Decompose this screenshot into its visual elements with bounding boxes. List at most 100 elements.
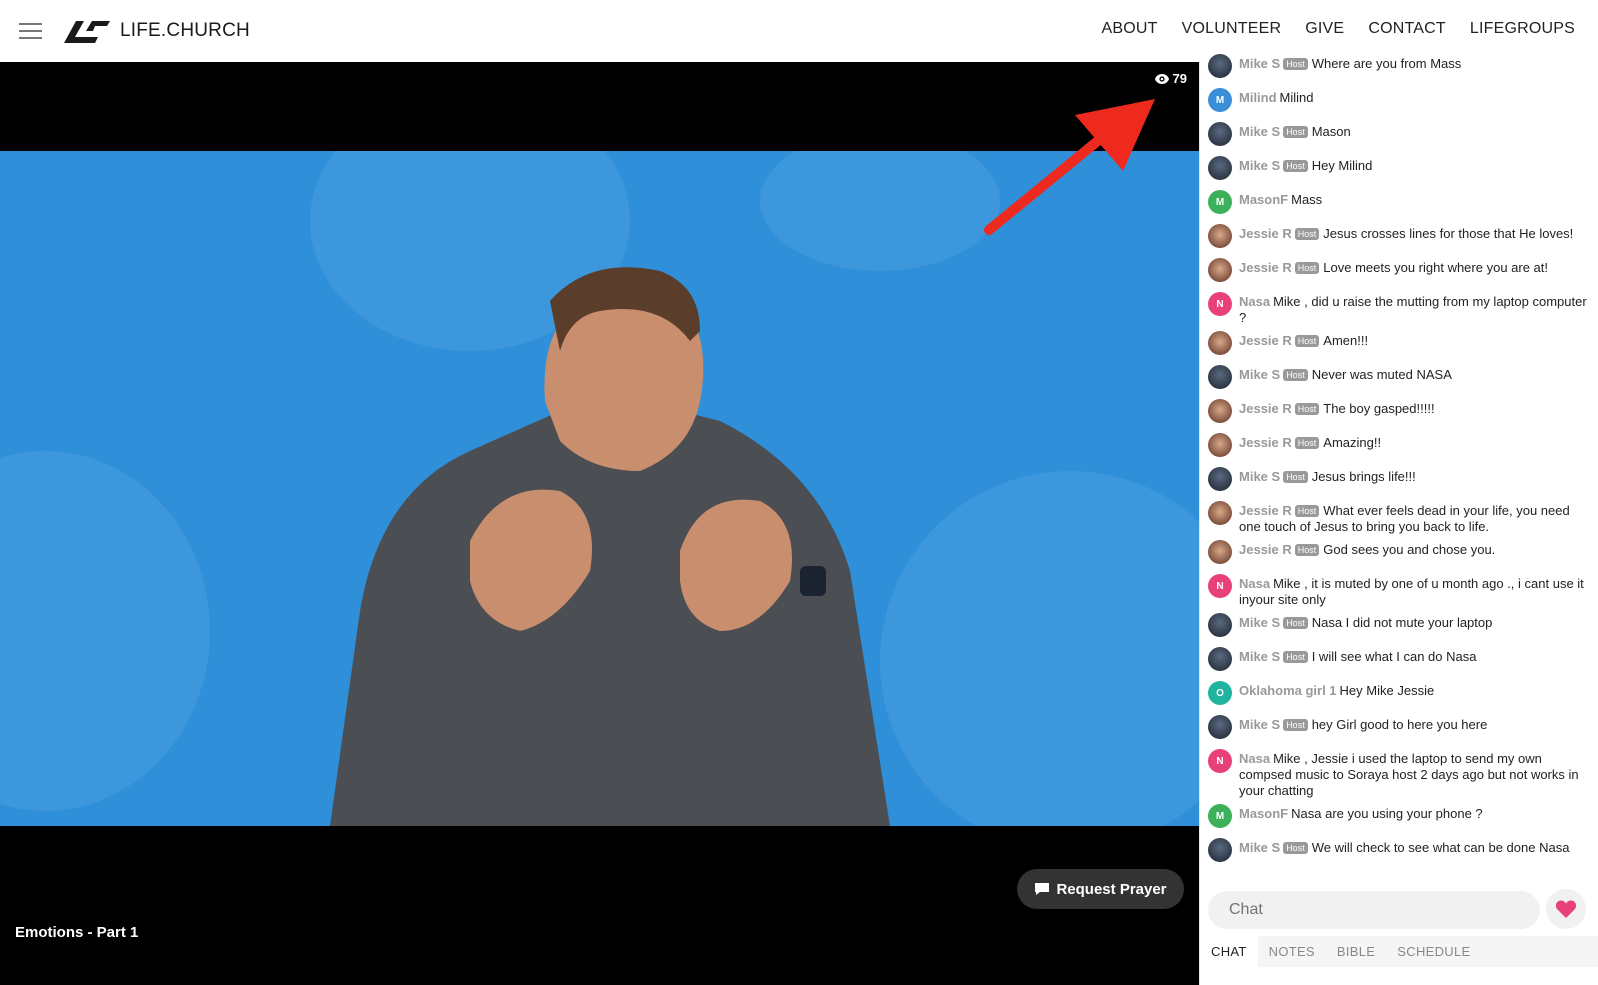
avatar[interactable] xyxy=(1208,647,1232,671)
chat-message-body: Mike S Host I will see what I can do Nasa xyxy=(1239,649,1476,665)
chat-message-text: We will check to see what can be done Na… xyxy=(1311,840,1570,855)
chat-message-body: Jessie R Host Jesus crosses lines for thos… xyxy=(1239,226,1573,242)
avatar[interactable] xyxy=(1208,54,1232,78)
chat-message-body: Jessie R Host The boy gasped!!!!! xyxy=(1239,401,1435,417)
tab-notes[interactable]: NOTES xyxy=(1258,936,1326,967)
eye-icon xyxy=(1154,73,1169,84)
chat-message-text: Mike , did u raise the mutting from my l… xyxy=(1239,294,1587,325)
avatar[interactable] xyxy=(1208,433,1232,457)
chat-username[interactable]: Jessie R xyxy=(1239,435,1292,450)
nav-contact[interactable]: CONTACT xyxy=(1368,20,1446,38)
avatar[interactable]: M xyxy=(1208,804,1232,828)
chat-message-text: Jesus brings life!!! xyxy=(1311,469,1416,484)
tab-schedule[interactable]: SCHEDULE xyxy=(1386,936,1481,967)
chat-message: N Nasa Mike , Jessie i used the laptop to … xyxy=(1200,744,1598,799)
nav-lifegroups[interactable]: LIFEGROUPS xyxy=(1470,20,1575,38)
avatar[interactable]: M xyxy=(1208,190,1232,214)
chat-username[interactable]: Milind xyxy=(1239,90,1277,105)
chat-message-text: Milind xyxy=(1279,90,1314,105)
avatar[interactable] xyxy=(1208,540,1232,564)
menu-icon[interactable] xyxy=(19,21,42,39)
nav-volunteer[interactable]: VOLUNTEER xyxy=(1182,20,1282,38)
chat-username[interactable]: Nasa xyxy=(1239,751,1270,766)
main-nav: ABOUT VOLUNTEER GIVE CONTACT LIFEGROUPS xyxy=(1078,20,1575,38)
avatar[interactable]: N xyxy=(1208,574,1232,598)
lifechurch-logo-icon xyxy=(64,21,110,43)
chat-username[interactable]: Jessie R xyxy=(1239,503,1292,518)
avatar[interactable] xyxy=(1208,258,1232,282)
chat-message-text: I will see what I can do Nasa xyxy=(1311,649,1477,664)
avatar[interactable] xyxy=(1208,501,1232,525)
chat-message-text: hey Girl good to here you here xyxy=(1311,717,1488,732)
chat-message-body: Oklahoma girl 1 Hey Mike Jessie xyxy=(1239,683,1434,699)
chat-message: Mike S Host Hey Milind xyxy=(1200,151,1598,185)
chat-message-text: God sees you and chose you. xyxy=(1323,542,1496,557)
heart-button[interactable] xyxy=(1546,889,1586,929)
chat-username[interactable]: Oklahoma girl 1 xyxy=(1239,683,1337,698)
chat-username[interactable]: Jessie R xyxy=(1239,260,1292,275)
chat-message-body: Mike S Host Nasa I did not mute your lapto… xyxy=(1239,615,1492,631)
avatar[interactable]: N xyxy=(1208,292,1232,316)
chat-sidebar: Mike S Host Where are you from Mass M Milind… xyxy=(1199,54,1598,985)
chat-message: Jessie R Host Amazing!! xyxy=(1200,428,1598,462)
chat-username[interactable]: Mike S xyxy=(1239,717,1280,732)
chat-username[interactable]: Mike S xyxy=(1239,124,1280,139)
video-frame[interactable] xyxy=(0,151,1199,826)
chat-username[interactable]: Mike S xyxy=(1239,56,1280,71)
chat-message: M MasonF Mass xyxy=(1200,185,1598,219)
chat-input[interactable] xyxy=(1208,891,1540,929)
avatar[interactable]: O xyxy=(1208,681,1232,705)
chat-message: Mike S Host Jesus brings life!!! xyxy=(1200,462,1598,496)
brand-name: LIFE.CHURCH xyxy=(120,20,250,41)
tab-bible[interactable]: BIBLE xyxy=(1326,936,1386,967)
chat-username[interactable]: Jessie R xyxy=(1239,226,1292,241)
chat-message: Jessie R Host Love meets you right where y… xyxy=(1200,253,1598,287)
nav-give[interactable]: GIVE xyxy=(1305,20,1344,38)
chat-composer xyxy=(1200,888,1598,942)
chat-username[interactable]: MasonF xyxy=(1239,192,1288,207)
chat-username[interactable]: MasonF xyxy=(1239,806,1288,821)
chat-message-text: Mass xyxy=(1291,192,1323,207)
avatar[interactable] xyxy=(1208,838,1232,862)
chat-message-list[interactable]: Mike S Host Where are you from Mass M Milind… xyxy=(1200,49,1598,867)
avatar[interactable] xyxy=(1208,331,1232,355)
chat-username[interactable]: Mike S xyxy=(1239,615,1280,630)
chat-username[interactable]: Mike S xyxy=(1239,469,1280,484)
chat-username[interactable]: Nasa xyxy=(1239,294,1270,309)
chat-message-body: Jessie R Host What ever feels dead in your… xyxy=(1239,503,1591,535)
tab-chat[interactable]: CHAT xyxy=(1200,936,1258,967)
chat-message-body: Mike S Host Never was muted NASA xyxy=(1239,367,1452,383)
chat-username[interactable]: Mike S xyxy=(1239,649,1280,664)
avatar[interactable]: M xyxy=(1208,88,1232,112)
host-badge: Host xyxy=(1283,160,1308,172)
chat-username[interactable]: Jessie R xyxy=(1239,401,1292,416)
chat-message-text: Never was muted NASA xyxy=(1311,367,1452,382)
chat-username[interactable]: Nasa xyxy=(1239,576,1270,591)
chat-username[interactable]: Mike S xyxy=(1239,840,1280,855)
avatar[interactable] xyxy=(1208,715,1232,739)
chat-message: N Nasa Mike , it is muted by one of u mont… xyxy=(1200,569,1598,608)
chat-username[interactable]: Jessie R xyxy=(1239,542,1292,557)
chat-message-body: Mike S Host Jesus brings life!!! xyxy=(1239,469,1416,485)
host-badge: Host xyxy=(1283,617,1308,629)
site-logo[interactable]: LIFE.CHURCH xyxy=(62,18,250,44)
chat-username[interactable]: Mike S xyxy=(1239,367,1280,382)
chat-message-text: Mike , Jessie i used the laptop to send … xyxy=(1239,751,1579,798)
avatar[interactable] xyxy=(1208,122,1232,146)
avatar[interactable]: N xyxy=(1208,749,1232,773)
avatar[interactable] xyxy=(1208,156,1232,180)
chat-message: Mike S Host Nasa I did not mute your lapto… xyxy=(1200,608,1598,642)
host-badge: Host xyxy=(1283,58,1308,70)
request-prayer-button[interactable]: Request Prayer xyxy=(1017,869,1184,909)
nav-about[interactable]: ABOUT xyxy=(1102,20,1158,38)
avatar[interactable] xyxy=(1208,613,1232,637)
chat-message-text: Hey Milind xyxy=(1311,158,1373,173)
avatar[interactable] xyxy=(1208,467,1232,491)
avatar[interactable] xyxy=(1208,399,1232,423)
chat-message-text: Nasa are you using your phone ? xyxy=(1291,806,1483,821)
avatar[interactable] xyxy=(1208,224,1232,248)
chat-message-body: MasonF Nasa are you using your phone ? xyxy=(1239,806,1483,822)
chat-username[interactable]: Mike S xyxy=(1239,158,1280,173)
avatar[interactable] xyxy=(1208,365,1232,389)
chat-username[interactable]: Jessie R xyxy=(1239,333,1292,348)
